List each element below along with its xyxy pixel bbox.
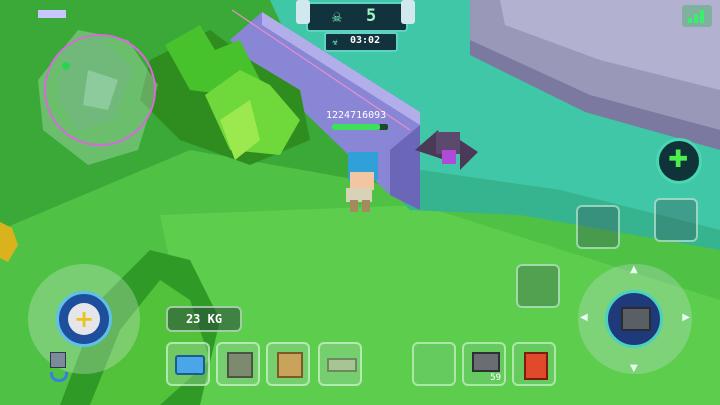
hud-right-cap [401,0,415,24]
swap-icon-top [50,352,66,368]
inventory-slot-3[interactable] [266,342,310,386]
item-slot-gun[interactable]: 59 [462,342,506,386]
red-flag-block-icon [524,352,548,380]
inventory-slot-2[interactable] [216,342,260,386]
stone-block-icon [227,352,253,378]
chevron-up-icon: ▲ [630,264,638,275]
crosshair-plus-icon: + [68,303,100,335]
fire-button-core[interactable] [605,290,663,348]
timer-text: 03:02 [350,35,381,46]
action-slot-top-left[interactable] [576,205,620,249]
player-health-bar [332,124,388,130]
action-slot-top-right[interactable] [654,198,698,242]
player-name: 1224716093 [326,110,387,121]
item-count: 59 [490,373,501,383]
match-timer: ☣ 03:02 [324,32,398,52]
action-slot-mid[interactable] [516,264,560,308]
inventory-slot-4[interactable] [318,342,362,386]
flat-plank-icon [327,358,357,372]
chevron-right-icon: ▶ [682,312,690,323]
blue-boots-icon [175,355,205,375]
blaster-gun-icon [621,307,651,331]
hud-left-cap [296,0,310,24]
green-star-skill-icon: ✚ [668,145,689,173]
fire-button[interactable]: ▲ ◀ ▶ ▼ [578,264,692,374]
weight-label: 23 KG [166,306,242,332]
movement-joystick[interactable]: + [28,264,140,374]
skill-button[interactable]: ✚ [656,138,702,184]
item-slot-red[interactable] [512,342,556,386]
blaster-gun-icon [472,352,500,372]
item-slot-empty[interactable] [412,342,456,386]
kill-count: 5 [366,6,377,26]
player-health-fill [332,124,380,130]
skull-icon: ☠ [332,7,342,26]
chevron-down-icon: ▼ [630,363,638,374]
biohazard-icon: ☣ [332,35,339,48]
signal-bars-icon [688,18,692,23]
swap-icon[interactable] [50,352,72,386]
minimap[interactable] [18,10,168,170]
signal-bar-2 [694,14,698,23]
kill-counter: ☠ 5 [306,2,408,32]
signal-bar-3 [700,10,704,23]
signal-indicator [682,5,712,27]
swap-icon-arrow [50,372,68,382]
joystick-knob[interactable]: + [56,291,112,347]
chevron-left-icon: ◀ [580,312,588,323]
wooden-block-icon [277,352,303,378]
inventory-slot-1[interactable] [166,342,210,386]
